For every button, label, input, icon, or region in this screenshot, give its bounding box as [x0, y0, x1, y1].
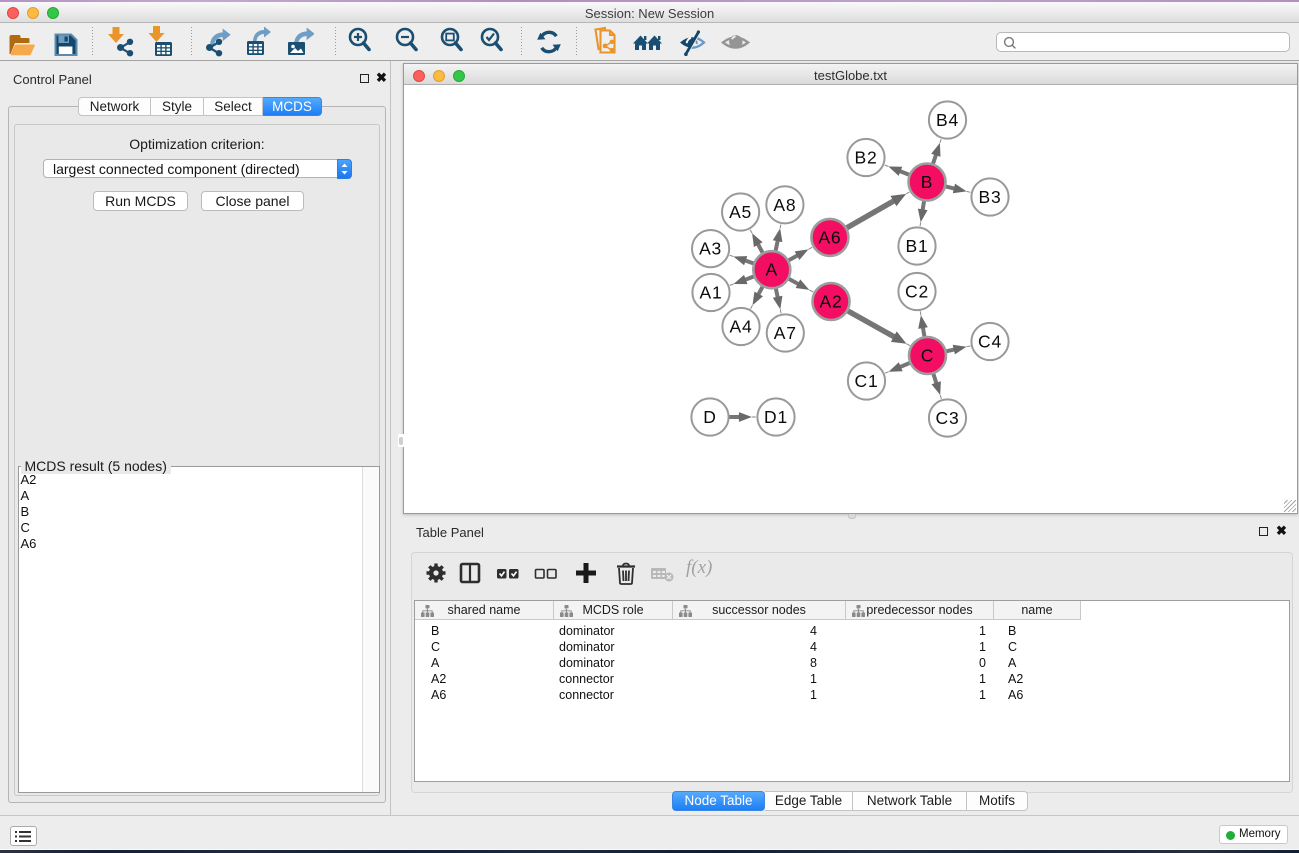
svg-text:A1: A1 — [699, 283, 722, 303]
svg-text:C: C — [921, 346, 934, 366]
svg-text:B4: B4 — [936, 110, 959, 130]
svg-text:C1: C1 — [855, 371, 879, 391]
svg-text:B2: B2 — [854, 148, 877, 168]
svg-text:C3: C3 — [936, 408, 960, 428]
svg-text:B3: B3 — [978, 187, 1001, 207]
svg-text:A6: A6 — [818, 227, 841, 247]
svg-text:A7: A7 — [774, 323, 797, 343]
svg-text:A2: A2 — [819, 292, 842, 312]
svg-text:B1: B1 — [905, 236, 928, 256]
svg-text:D: D — [703, 407, 716, 427]
svg-text:D1: D1 — [764, 407, 788, 427]
svg-text:A4: A4 — [729, 317, 752, 337]
svg-text:A8: A8 — [773, 195, 796, 215]
svg-text:A: A — [766, 260, 778, 280]
svg-text:A3: A3 — [699, 239, 722, 259]
svg-text:C2: C2 — [905, 282, 929, 302]
svg-text:B: B — [921, 172, 933, 192]
svg-text:A5: A5 — [729, 202, 752, 222]
svg-text:C4: C4 — [978, 332, 1002, 352]
